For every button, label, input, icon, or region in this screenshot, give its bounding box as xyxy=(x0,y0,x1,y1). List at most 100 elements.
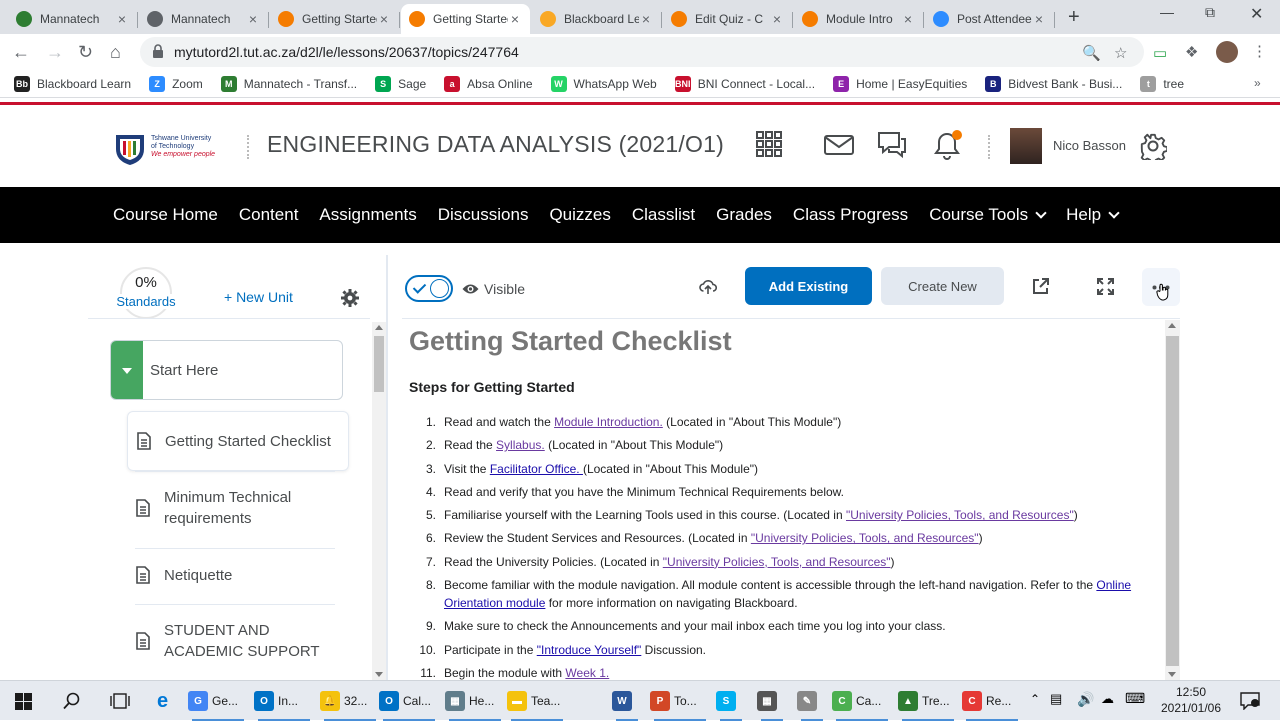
content-scroll-thumb[interactable] xyxy=(1166,336,1179,666)
chrome-menu-icon[interactable]: ⋮ xyxy=(1252,42,1267,60)
windows-start-icon[interactable] xyxy=(15,693,32,710)
step-link[interactable]: Facilitator Office. xyxy=(490,462,583,476)
taskbar-app[interactable]: 🔔 32... xyxy=(320,681,380,721)
browser-tab[interactable]: Mannatech × xyxy=(139,4,269,34)
topic-item[interactable]: STUDENT AND ACADEMIC SUPPORT xyxy=(127,613,349,669)
nav-item[interactable]: Discussions xyxy=(438,205,529,225)
close-tab-icon[interactable]: × xyxy=(115,11,129,27)
taskbar-app[interactable]: O In... xyxy=(254,681,314,721)
taskbar-app[interactable]: ▬ Tea... xyxy=(507,681,567,721)
panel-divider[interactable] xyxy=(386,255,388,680)
taskbar-app[interactable]: C Ca... xyxy=(832,681,892,721)
nav-item[interactable]: Content xyxy=(239,205,299,225)
close-tab-icon[interactable]: × xyxy=(246,11,260,27)
nav-item[interactable]: Classlist xyxy=(632,205,695,225)
nav-item[interactable]: Class Progress xyxy=(793,205,908,225)
bookmark-item[interactable]: t tree xyxy=(1140,75,1184,92)
topic-item[interactable]: Minimum Technical requirements xyxy=(127,480,349,536)
close-tab-icon[interactable]: × xyxy=(508,11,522,27)
address-bar[interactable]: mytutord2l.tut.ac.za/d2l/le/lessons/2063… xyxy=(140,37,1144,67)
browser-tab[interactable]: Module Intro × xyxy=(794,4,924,34)
minimize-button[interactable]: — xyxy=(1160,4,1174,20)
topic-item[interactable]: Getting Started Checklist xyxy=(127,411,349,471)
browser-tab[interactable]: Post Attendee × xyxy=(925,4,1055,34)
close-tab-icon[interactable]: × xyxy=(377,11,391,27)
settings-gear-icon[interactable] xyxy=(1139,132,1167,160)
keyboard-icon[interactable]: ⌨ xyxy=(1125,690,1145,707)
nav-item[interactable]: Grades xyxy=(716,205,772,225)
create-new-button[interactable]: Create New xyxy=(881,267,1004,305)
update-alerts-bell-icon[interactable] xyxy=(933,129,963,161)
task-view-icon[interactable] xyxy=(110,692,130,710)
tray-chevron-icon[interactable]: ⌃ xyxy=(1030,692,1040,706)
add-existing-button[interactable]: Add Existing xyxy=(745,267,872,305)
course-selector-grid-icon[interactable] xyxy=(756,131,782,157)
taskbar-app[interactable]: ✎ xyxy=(797,681,827,721)
nav-item[interactable]: Assignments xyxy=(319,205,416,225)
bookmark-item[interactable]: Bb Blackboard Learn xyxy=(14,75,131,92)
browser-tab[interactable]: Blackboard Learn× xyxy=(532,4,662,34)
bookmark-item[interactable]: E Home | EasyEquities xyxy=(833,75,967,92)
restore-button[interactable]: ⧉ xyxy=(1205,4,1215,21)
taskbar-app[interactable]: C Re... xyxy=(962,681,1022,721)
content-scroll-up-icon[interactable] xyxy=(1168,323,1176,328)
bookmark-item[interactable]: W WhatsApp Web xyxy=(550,75,657,92)
content-scroll-down-icon[interactable] xyxy=(1168,672,1176,677)
new-unit-button[interactable]: + New Unit xyxy=(224,289,293,305)
close-tab-icon[interactable]: × xyxy=(770,11,784,27)
bookmark-item[interactable]: Z Zoom xyxy=(149,75,203,92)
taskbar-app[interactable]: W xyxy=(612,681,642,721)
bookmark-item[interactable]: a Absa Online xyxy=(444,75,533,92)
step-link[interactable]: "Introduce Yourself" xyxy=(537,643,642,657)
subscription-alerts-icon[interactable] xyxy=(877,131,907,159)
fullscreen-icon[interactable] xyxy=(1097,278,1114,295)
bookmark-star-icon[interactable]: ☆ xyxy=(1114,44,1127,62)
close-tab-icon[interactable]: × xyxy=(639,11,653,27)
zoom-search-icon[interactable]: 🔍 xyxy=(1082,44,1101,62)
toc-settings-gear-icon[interactable] xyxy=(341,289,359,307)
more-actions-button[interactable] xyxy=(1142,268,1180,306)
university-logo[interactable]: Tshwane University of Technology We empo… xyxy=(112,127,234,167)
taskbar-app[interactable]: S xyxy=(716,681,746,721)
network-icon[interactable]: ▤ xyxy=(1050,691,1062,707)
user-name[interactable]: Nico Basson xyxy=(1053,138,1126,153)
scroll-up-arrow-icon[interactable] xyxy=(375,325,383,330)
bookmark-item[interactable]: S Sage xyxy=(375,75,426,92)
unit-start-here[interactable]: Start Here xyxy=(110,340,343,400)
step-link[interactable]: Week 1. xyxy=(565,666,609,680)
taskbar-app[interactable]: ▦ He... xyxy=(445,681,505,721)
taskbar-app[interactable]: ▲ Tre... xyxy=(898,681,958,721)
message-alerts-icon[interactable] xyxy=(824,135,854,155)
nav-item[interactable]: Help xyxy=(1066,205,1120,225)
system-clock[interactable]: 12:50 2021/01/06 xyxy=(1150,684,1232,716)
cloud-upload-icon[interactable] xyxy=(699,278,717,296)
extensions-icon[interactable]: ❖ xyxy=(1185,43,1198,61)
browser-tab[interactable]: Mannatech × xyxy=(8,4,138,34)
taskbar-app[interactable]: P To... xyxy=(650,681,710,721)
bookmark-item[interactable]: B Bidvest Bank - Busi... xyxy=(985,75,1122,92)
standards-link[interactable]: Standards xyxy=(112,294,180,309)
bookmark-item[interactable]: BNI BNI Connect - Local... xyxy=(674,75,815,92)
close-window-button[interactable]: ✕ xyxy=(1250,4,1263,24)
toc-scroll-thumb[interactable] xyxy=(374,336,384,392)
new-tab-button[interactable]: + xyxy=(1068,6,1080,29)
browser-tab[interactable]: Edit Quiz - C × xyxy=(663,4,793,34)
step-link[interactable]: "University Policies, Tools, and Resourc… xyxy=(663,555,891,569)
back-icon[interactable]: ← xyxy=(12,42,30,63)
unit-collapse-toggle[interactable] xyxy=(111,341,143,399)
toc-scrollbar[interactable] xyxy=(372,322,386,680)
profile-avatar[interactable] xyxy=(1216,41,1238,63)
browser-tab[interactable]: Getting Started × xyxy=(270,4,400,34)
home-icon[interactable]: ⌂ xyxy=(110,42,121,63)
close-tab-icon[interactable]: × xyxy=(1032,11,1046,27)
notifications-icon[interactable] xyxy=(1240,692,1260,710)
step-link[interactable]: "University Policies, Tools, and Resourc… xyxy=(846,508,1074,522)
more-bookmarks-icon[interactable]: » xyxy=(1254,76,1261,90)
course-title[interactable]: ENGINEERING DATA ANALYSIS (2021/O1) xyxy=(267,131,724,158)
reload-icon[interactable]: ↻ xyxy=(78,42,93,63)
cloud-tray-icon[interactable]: ☁ xyxy=(1101,691,1114,707)
cast-icon[interactable]: ▭ xyxy=(1153,44,1167,62)
content-scrollbar[interactable] xyxy=(1165,320,1180,680)
taskbar-app[interactable]: ▦ xyxy=(757,681,787,721)
volume-icon[interactable]: 🔊 xyxy=(1077,691,1094,708)
